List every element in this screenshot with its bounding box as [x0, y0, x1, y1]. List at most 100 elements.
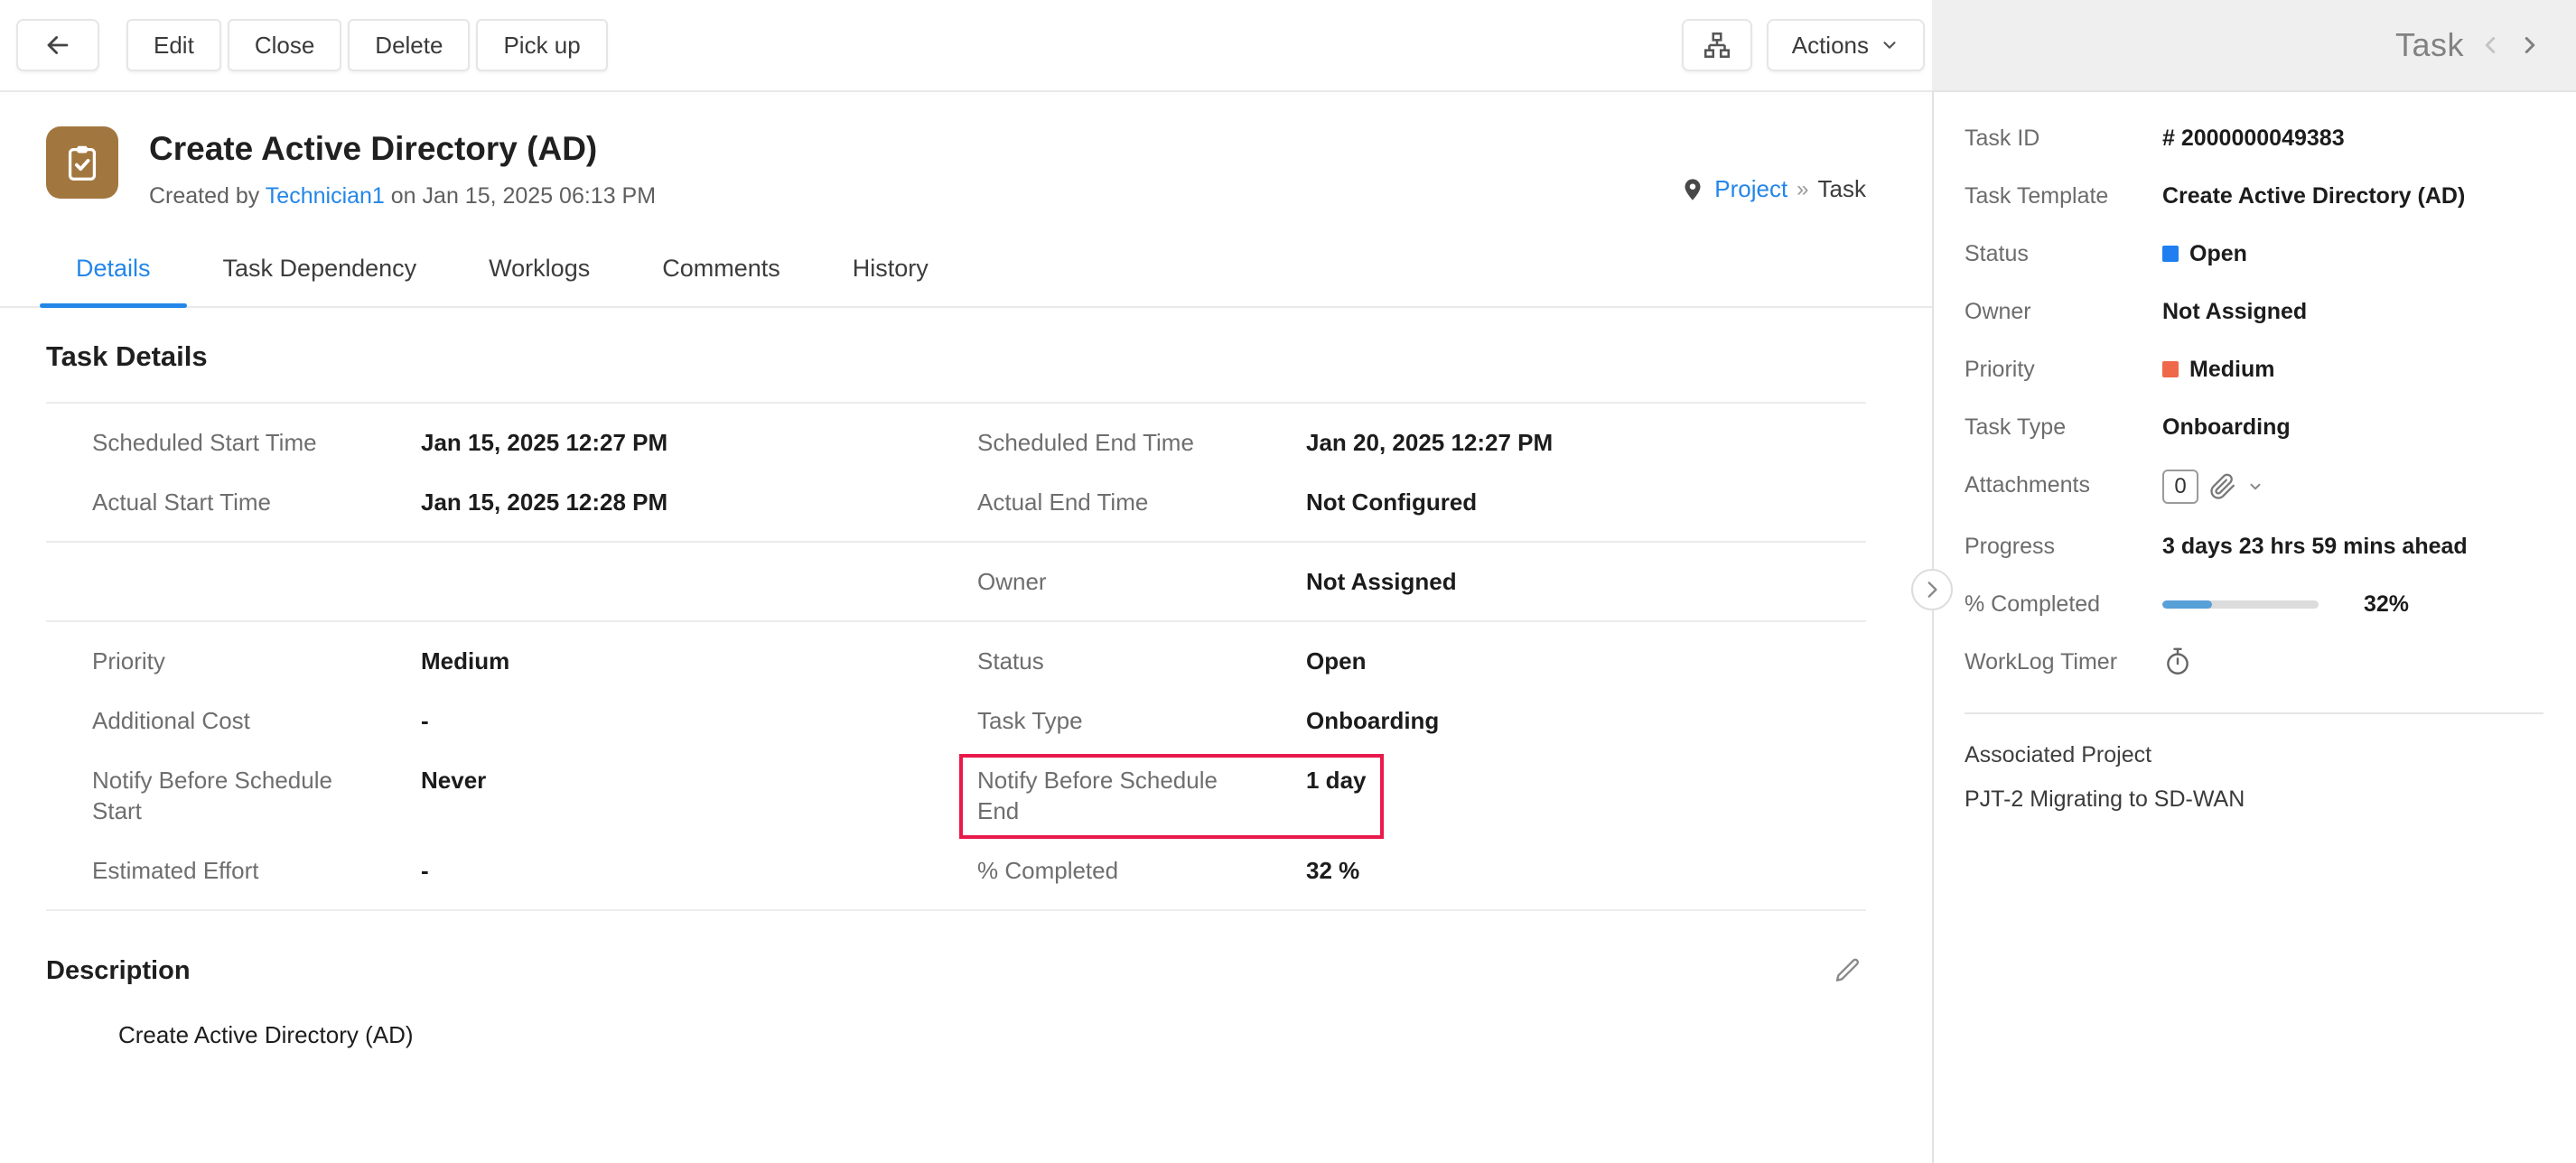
- field-value: Not Assigned: [1306, 566, 1457, 597]
- status-color-swatch: [2162, 246, 2179, 262]
- field-label: Task Type: [977, 705, 1306, 736]
- task-header: Create Active Directory (AD) Created by …: [0, 92, 1932, 209]
- edit-description-button[interactable]: [1830, 953, 1866, 989]
- field-label: Actual Start Time: [92, 487, 421, 517]
- task-title: Create Active Directory (AD): [149, 128, 656, 170]
- pickup-button[interactable]: Pick up: [476, 19, 607, 71]
- sidebar-divider: [1965, 712, 2543, 714]
- field-value: Open: [1306, 646, 1366, 676]
- arrow-left-icon: [42, 30, 73, 60]
- sidebar-field-task-id: Task ID # 2000000049383: [1965, 123, 2543, 154]
- stopwatch-icon: [2162, 647, 2193, 677]
- field-label: Additional Cost: [92, 705, 421, 736]
- actions-label: Actions: [1792, 32, 1869, 60]
- field-row: Actual Start Time Jan 15, 2025 12:28 PM …: [0, 472, 1932, 532]
- field-value: Medium: [2162, 354, 2543, 385]
- status-value: Open: [2189, 241, 2247, 266]
- field-value: # 2000000049383: [2162, 123, 2543, 154]
- field-label: Task Template: [1965, 181, 2162, 211]
- sidebar-field-task-type: Task Type Onboarding: [1965, 412, 2543, 442]
- field-value: -: [421, 705, 429, 736]
- tab-task-dependency[interactable]: Task Dependency: [187, 233, 453, 306]
- properties-field-group: Priority Medium Status Open Additional C…: [0, 622, 1932, 909]
- back-button[interactable]: [16, 19, 99, 71]
- sidebar-field-progress: Progress 3 days 23 hrs 59 mins ahead: [1965, 531, 2543, 562]
- priority-color-swatch: [2162, 361, 2179, 377]
- field-label: Priority: [92, 646, 421, 676]
- field-value: Not Assigned: [2162, 296, 2543, 327]
- field-value: Not Configured: [1306, 487, 1477, 517]
- owner-field-group: Owner Not Assigned: [0, 543, 1932, 620]
- content: Create Active Directory (AD) Created by …: [0, 92, 2576, 1163]
- breadcrumb-current: Task: [1818, 175, 1866, 203]
- attachments-dropdown-icon[interactable]: [2247, 479, 2263, 495]
- field-value: Open: [2162, 238, 2543, 269]
- sidebar-field-owner: Owner Not Assigned: [1965, 296, 2543, 327]
- field-value: Onboarding: [1306, 705, 1439, 736]
- field-label: Scheduled End Time: [977, 427, 1306, 458]
- field-label: Attachments: [1965, 470, 2162, 500]
- completed-percent: 32%: [2364, 589, 2409, 619]
- sidebar-field-completed: % Completed 32%: [1965, 589, 2543, 619]
- paperclip-icon[interactable]: [2209, 473, 2236, 500]
- delete-button[interactable]: Delete: [348, 19, 470, 71]
- field-label: % Completed: [977, 855, 1306, 886]
- topbar-toolbar: Edit Close Delete Pick up Actions: [0, 0, 1932, 92]
- sidebar-field-priority: Priority Medium: [1965, 354, 2543, 385]
- task-details-heading: Task Details: [46, 340, 1866, 373]
- field-value: [2162, 647, 2543, 685]
- field-value: -: [421, 855, 429, 886]
- task-clipboard-icon: [46, 126, 118, 199]
- breadcrumb-project-link[interactable]: Project: [1714, 175, 1787, 203]
- tree-view-button[interactable]: [1682, 19, 1752, 71]
- field-row: Additional Cost - Task Type Onboarding: [0, 691, 1932, 750]
- clipboard-check-icon: [61, 142, 103, 183]
- associated-project-value: PJT-2 Migrating to SD-WAN: [1965, 784, 2543, 814]
- topbar: Edit Close Delete Pick up Actions Task: [0, 0, 2576, 92]
- created-date: on Jan 15, 2025 06:13 PM: [391, 183, 656, 209]
- sidebar-field-attachments: Attachments 0: [1965, 470, 2543, 504]
- task-main-panel: Create Active Directory (AD) Created by …: [0, 92, 1932, 1163]
- description-text: Create Active Directory (AD): [0, 989, 1932, 1049]
- pencil-icon: [1834, 956, 1862, 985]
- task-detail-page: Edit Close Delete Pick up Actions Task: [0, 0, 2576, 1163]
- field-label: WorkLog Timer: [1965, 647, 2162, 677]
- created-by-link[interactable]: Technician1: [266, 183, 385, 209]
- task-sidebar: Task ID # 2000000049383 Task Template Cr…: [1932, 92, 2576, 1163]
- worklog-timer-button[interactable]: [2162, 647, 2193, 677]
- attachment-count-badge: 0: [2162, 470, 2198, 504]
- tab-comments[interactable]: Comments: [626, 233, 817, 306]
- tree-view-icon: [1702, 30, 1732, 60]
- close-task-button[interactable]: Close: [228, 19, 341, 71]
- priority-value: Medium: [2189, 357, 2274, 382]
- created-line: Created by Technician1 on Jan 15, 2025 0…: [149, 182, 656, 209]
- previous-record-button[interactable]: [2477, 32, 2504, 59]
- tab-bar: Details Task Dependency Worklogs Comment…: [0, 233, 1932, 308]
- breadcrumb: Project » Task: [1680, 175, 1866, 203]
- field-label: Progress: [1965, 531, 2162, 562]
- field-value: Jan 15, 2025 12:28 PM: [421, 487, 667, 517]
- field-label: Status: [1965, 238, 2162, 269]
- next-record-button[interactable]: [2516, 32, 2543, 59]
- task-header-text: Create Active Directory (AD) Created by …: [149, 126, 656, 209]
- sidebar-field-worklog-timer: WorkLog Timer: [1965, 647, 2543, 685]
- tab-details[interactable]: Details: [40, 233, 187, 306]
- edit-button[interactable]: Edit: [126, 19, 221, 71]
- field-row: Priority Medium Status Open: [0, 631, 1932, 691]
- field-value: Jan 20, 2025 12:27 PM: [1306, 427, 1553, 458]
- field-value: Onboarding: [2162, 412, 2543, 442]
- actions-button[interactable]: Actions: [1767, 19, 1925, 71]
- tab-history[interactable]: History: [817, 233, 965, 306]
- completed-progress-bar: [2162, 600, 2319, 609]
- field-value: Jan 15, 2025 12:27 PM: [421, 427, 667, 458]
- sidebar-collapse-button[interactable]: [1911, 569, 1953, 610]
- schedule-field-group: Scheduled Start Time Jan 15, 2025 12:27 …: [0, 404, 1932, 541]
- tab-worklogs[interactable]: Worklogs: [453, 233, 626, 306]
- field-row: Scheduled Start Time Jan 15, 2025 12:27 …: [0, 413, 1932, 472]
- location-pin-icon: [1680, 177, 1705, 202]
- task-action-buttons: Edit Close Delete Pick up: [126, 19, 608, 71]
- field-label: Scheduled Start Time: [92, 427, 421, 458]
- field-label: Status: [977, 646, 1306, 676]
- topbar-right-controls: Actions: [1682, 19, 1925, 71]
- attachments-control: 0: [2162, 470, 2543, 504]
